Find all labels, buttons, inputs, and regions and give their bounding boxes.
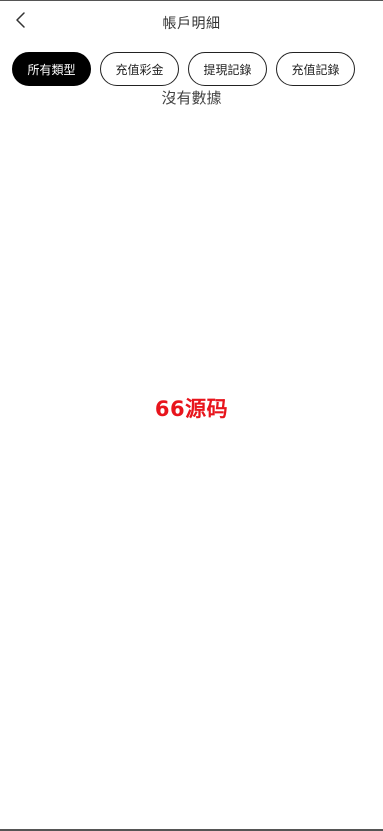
page-title: 帳戶明細 [162, 16, 221, 32]
tab-withdrawal-records[interactable]: 提現記錄 [188, 52, 267, 86]
empty-state-message: 沒有數據 [161, 89, 222, 107]
watermark-text: 66源码 [154, 397, 229, 421]
app-header: 帳戶明細 [0, 1, 383, 43]
tab-all-types[interactable]: 所有類型 [12, 52, 91, 86]
tab-deposit-bonus[interactable]: 充值彩金 [100, 52, 179, 86]
filter-tabs: 所有類型 充值彩金 提現記錄 充值記錄 [0, 52, 383, 86]
tab-deposit-records[interactable]: 充值記錄 [276, 52, 355, 86]
